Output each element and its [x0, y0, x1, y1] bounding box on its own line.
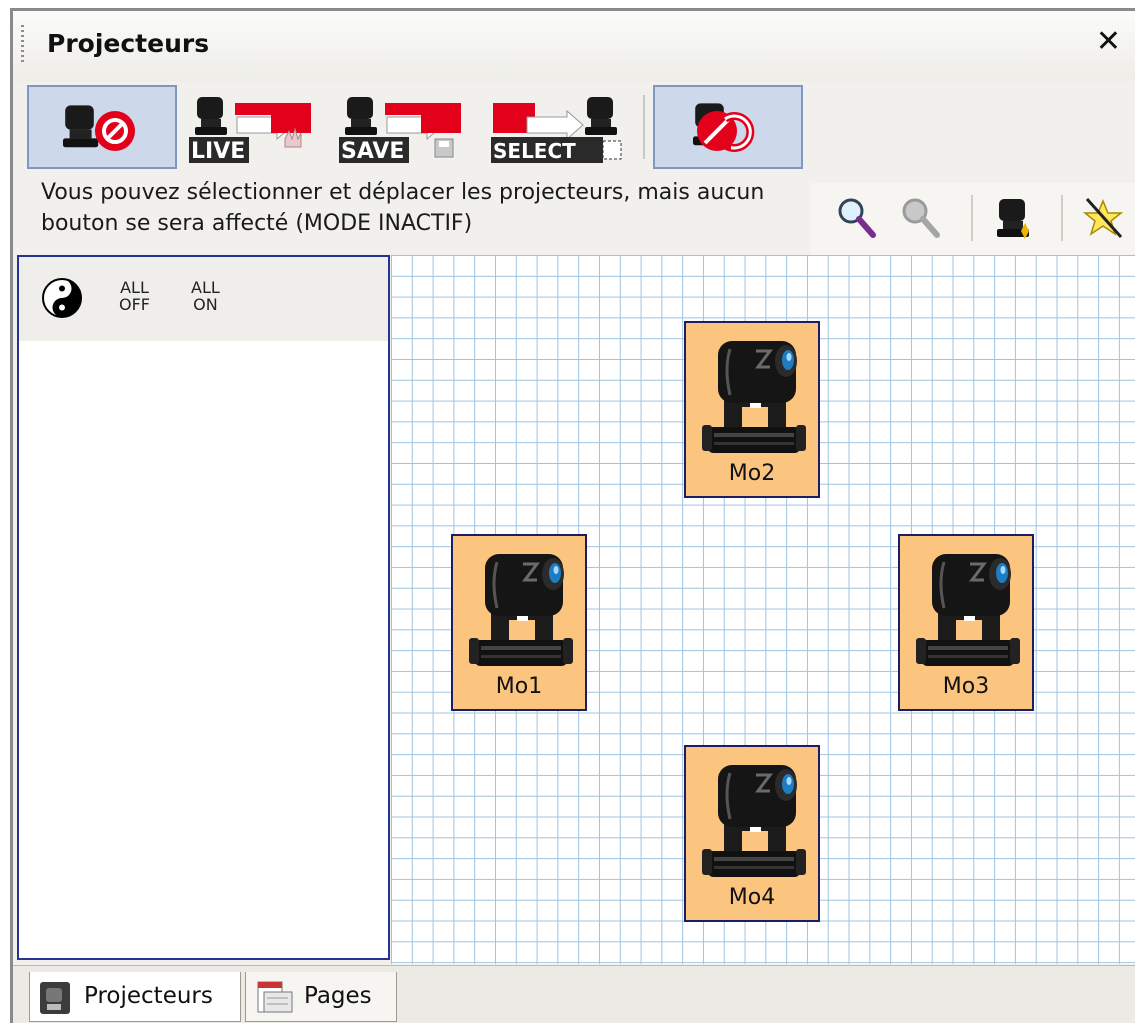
tab-pages[interactable]: Pages	[245, 972, 397, 1022]
live-mode-icon: LIVE	[189, 97, 311, 164]
projecteurs-window: Projecteurs ✕ LIVE SAVE SELECT Vous pouv…	[10, 8, 1135, 1023]
live-mode-button[interactable]: LIVE	[185, 85, 325, 169]
tab-projecteurs[interactable]: Projecteurs	[29, 972, 241, 1022]
svg-text:LIVE: LIVE	[191, 139, 245, 164]
tools-separator	[971, 195, 973, 241]
title-bar[interactable]: Projecteurs ✕	[13, 11, 1135, 81]
zoom-in-icon[interactable]	[833, 193, 879, 243]
add-projector-icon[interactable]	[991, 193, 1037, 243]
yin-yang-icon[interactable]	[41, 277, 83, 319]
inactive-mode-button[interactable]	[27, 85, 177, 169]
fixture-mo1[interactable]: Mo1	[451, 534, 587, 711]
all-on-line1: ALL	[191, 278, 220, 297]
moving-head-icon	[700, 339, 808, 455]
all-on-line2: ON	[193, 295, 218, 314]
clear-selection-icon[interactable]	[1081, 193, 1127, 243]
save-mode-button[interactable]: SAVE	[335, 85, 475, 169]
projector-tab-icon	[40, 982, 70, 1014]
save-mode-icon: SAVE	[339, 97, 461, 164]
release-mode-button[interactable]	[653, 85, 803, 169]
toolbar-separator	[643, 95, 645, 159]
close-icon[interactable]: ✕	[1096, 27, 1121, 57]
window-title: Projecteurs	[47, 29, 210, 58]
fixture-label: Mo3	[942, 674, 990, 699]
fixture-label: Mo2	[728, 461, 776, 486]
pages-tab-icon	[257, 981, 293, 1013]
moving-head-icon	[914, 552, 1022, 668]
projector-release-icon	[693, 103, 755, 152]
zoom-out-icon[interactable]	[897, 193, 943, 243]
moving-head-icon	[700, 763, 808, 879]
fixture-mo2[interactable]: Mo2	[684, 321, 820, 498]
tools-separator	[1061, 195, 1063, 241]
select-mode-icon: SELECT	[491, 97, 622, 163]
svg-text:SELECT: SELECT	[493, 139, 576, 163]
bottom-tabs: Projecteurs Pages	[13, 965, 1135, 1023]
view-tools	[811, 183, 1135, 255]
all-off-button[interactable]: ALL OFF	[119, 279, 150, 313]
drag-grip-icon[interactable]	[21, 25, 24, 65]
projector-forbidden-icon	[63, 105, 135, 151]
all-on-button[interactable]: ALL ON	[191, 279, 220, 313]
fixture-mo4[interactable]: Mo4	[684, 745, 820, 922]
select-mode-button[interactable]: SELECT	[487, 85, 637, 169]
fixture-label: Mo1	[495, 674, 543, 699]
fixture-mo3[interactable]: Mo3	[898, 534, 1034, 711]
all-off-line1: ALL	[120, 278, 149, 297]
tab-label: Projecteurs	[84, 983, 213, 1009]
tab-label: Pages	[304, 983, 372, 1009]
panel-toolbar: ALL OFF ALL ON	[19, 257, 388, 341]
mode-toolbar: LIVE SAVE SELECT	[13, 81, 1135, 173]
all-off-line2: OFF	[119, 295, 150, 314]
fixture-label: Mo4	[728, 885, 776, 910]
mode-hint-text: Vous pouvez sélectionner et déplacer les…	[41, 180, 765, 236]
svg-text:SAVE: SAVE	[341, 139, 404, 164]
projector-groups-panel: ALL OFF ALL ON	[17, 255, 390, 960]
stage-grid[interactable]: Mo2 Mo1 Mo3 Mo4	[391, 255, 1135, 964]
moving-head-icon	[467, 552, 575, 668]
